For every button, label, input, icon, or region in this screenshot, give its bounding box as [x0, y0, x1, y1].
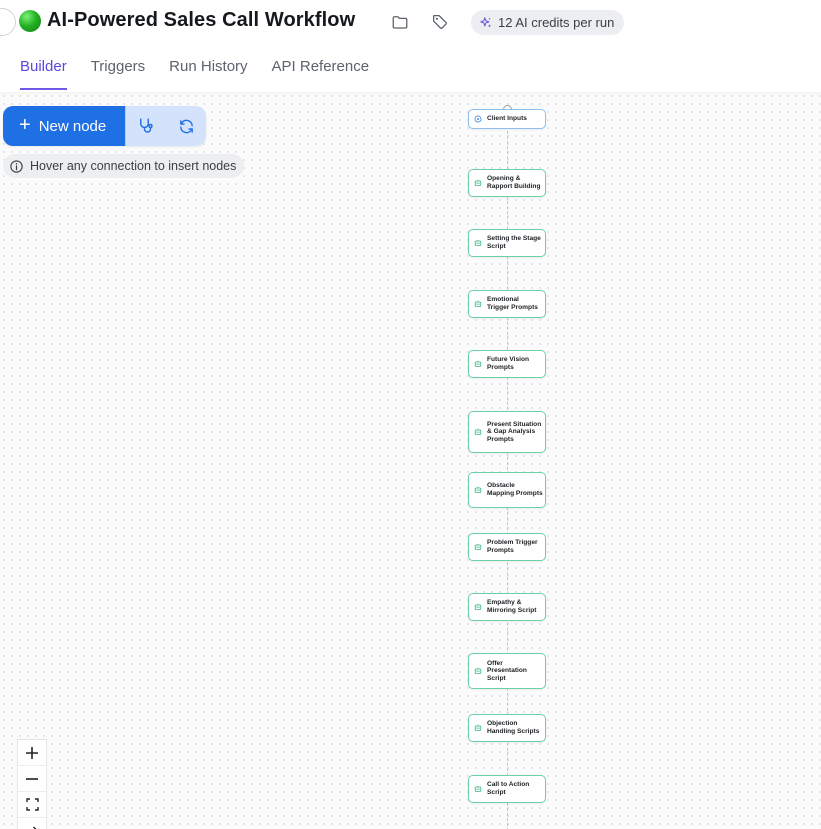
ai-node-icon [474, 179, 482, 186]
workflow-node[interactable]: Emotional Trigger Prompts [468, 290, 546, 318]
tab-run-history[interactable]: Run History [169, 58, 247, 90]
pan-mode-button[interactable] [18, 818, 46, 829]
tab-triggers[interactable]: Triggers [91, 58, 145, 90]
tag-icon[interactable] [431, 13, 449, 31]
insert-hint: Hover any connection to insert nodes [3, 154, 245, 178]
workflow-node[interactable]: Future Vision Prompts [468, 350, 546, 378]
new-node-label: New node [38, 117, 107, 135]
workflow-node[interactable]: Problem Trigger Prompts [468, 533, 546, 561]
zoom-in-button[interactable] [18, 740, 46, 766]
workflow-node-label: Obstacle Mapping Prompts [487, 482, 543, 497]
workflow-node-label: Setting the Stage Script [487, 235, 541, 250]
zoom-controls [17, 739, 47, 829]
ai-node-icon [474, 239, 482, 246]
folder-icon[interactable] [391, 13, 409, 31]
workflow-node-label: Call to Action Script [487, 781, 530, 796]
workflow-canvas[interactable]: + New node Hover any connection to inser… [0, 92, 821, 829]
tab-bar: Builder Triggers Run History API Referen… [20, 58, 393, 90]
workflow-node[interactable]: Obstacle Mapping Prompts [468, 472, 546, 508]
status-indicator-icon [19, 10, 41, 32]
credits-badge: 12 AI credits per run [471, 10, 625, 35]
ai-node-icon [474, 543, 482, 550]
workflow-node-label: Empathy & Mirroring Script [487, 599, 537, 614]
back-button[interactable] [0, 8, 16, 36]
info-icon [10, 159, 23, 173]
plus-icon: + [19, 113, 31, 136]
workflow-node[interactable]: Objection Handling Scripts [468, 714, 546, 742]
ai-node-icon [474, 785, 482, 792]
ai-node-icon [474, 300, 482, 307]
workflow-node[interactable]: Setting the Stage Script [468, 229, 546, 257]
ai-node-icon [474, 486, 482, 493]
workflow-node-label: Problem Trigger Prompts [487, 539, 538, 554]
new-node-button[interactable]: + New node [3, 106, 125, 146]
ai-node-icon [474, 724, 482, 731]
workflow-node-label: Opening & Rapport Building [487, 175, 541, 190]
refresh-icon [179, 119, 193, 133]
workflow-node[interactable]: Call to Action Script [468, 775, 546, 803]
refresh-button[interactable] [166, 106, 206, 146]
ai-node-icon [474, 667, 482, 674]
sparkle-icon [480, 16, 492, 28]
workflow-node-label: Objection Handling Scripts [487, 720, 540, 735]
ai-node-icon [474, 360, 482, 367]
fit-view-button[interactable] [18, 792, 46, 818]
stethoscope-icon [140, 118, 153, 133]
workflow-title[interactable]: AI-Powered Sales Call Workflow [47, 9, 355, 32]
tab-api-reference[interactable]: API Reference [272, 58, 370, 90]
workflow-node[interactable]: Opening & Rapport Building [468, 169, 546, 197]
workflow-node[interactable]: Empathy & Mirroring Script [468, 593, 546, 621]
credits-label: 12 AI credits per run [498, 15, 615, 30]
zoom-out-button[interactable] [18, 766, 46, 792]
workflow-node-label: Future Vision Prompts [487, 356, 530, 371]
workflow-node-label: Emotional Trigger Prompts [487, 296, 538, 311]
workflow-node[interactable]: Offer Presentation Script [468, 653, 546, 689]
ai-node-icon [474, 428, 482, 435]
workflow-node[interactable]: Client Inputs [468, 109, 546, 129]
ai-node-icon [474, 603, 482, 610]
arrow-icon [32, 826, 36, 829]
canvas-toolbar: + New node [3, 106, 206, 146]
zoom-in-icon [26, 746, 38, 759]
fit-view-icon [25, 798, 39, 811]
workflow-node-label: Offer Presentation Script [487, 659, 527, 682]
tab-builder[interactable]: Builder [20, 58, 67, 90]
workflow-node[interactable]: Present Situation & Gap Analysis Prompts [468, 411, 546, 453]
zoom-out-icon [26, 777, 38, 780]
app-header: AI-Powered Sales Call Workflow 12 AI cre… [0, 0, 821, 92]
workflow-node-label: Client Inputs [487, 115, 527, 123]
insert-hint-text: Hover any connection to insert nodes [30, 159, 237, 173]
diagnostics-button[interactable] [125, 106, 166, 146]
workflow-node-label: Present Situation & Gap Analysis Prompts [487, 420, 542, 443]
input-node-icon [474, 115, 482, 123]
